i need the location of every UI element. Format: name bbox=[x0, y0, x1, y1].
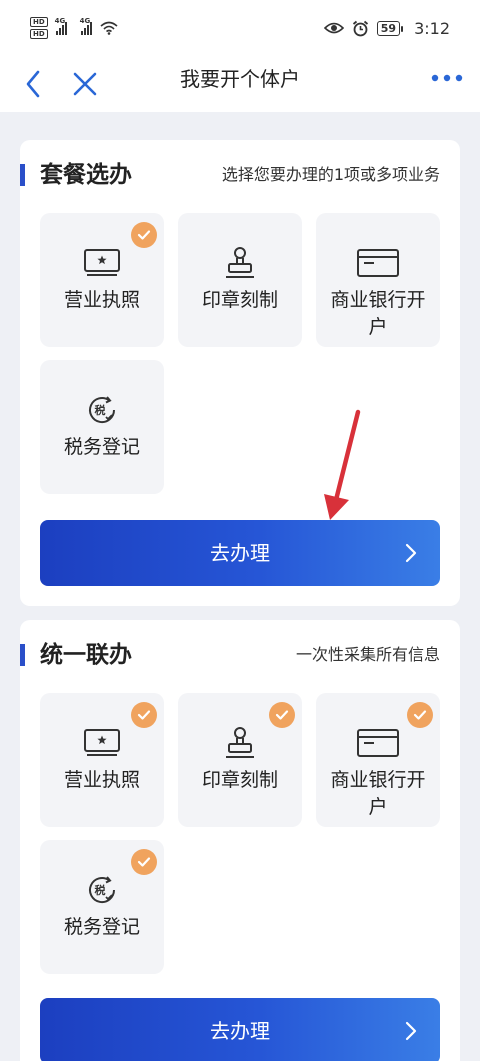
service-tile-seal[interactable]: 印章刻制 bbox=[178, 213, 302, 347]
bank-card-icon bbox=[316, 723, 440, 763]
tile-label: 税务登记 bbox=[63, 916, 140, 938]
unified-section-card: 统一联办 一次性采集所有信息 营业执照 印章刻制 商业银行开户 税 税务登记 去… bbox=[20, 620, 460, 1061]
package-section-card: 套餐选办 选择您要办理的1项或多项业务 营业执照 印章刻制 商业银行开户 税 税… bbox=[20, 140, 460, 606]
nav-bar: 我要开个体户 bbox=[0, 56, 480, 112]
section-title: 统一联办 bbox=[40, 642, 132, 668]
tile-label: 营业执照 bbox=[63, 289, 140, 311]
chevron-right-icon bbox=[405, 1021, 417, 1041]
section-subtitle: 一次性采集所有信息 bbox=[295, 645, 440, 664]
battery-icon: 59 bbox=[376, 20, 404, 36]
service-tile-seal[interactable]: 印章刻制 bbox=[178, 693, 302, 827]
svg-text:税: 税 bbox=[95, 403, 106, 417]
proceed-button[interactable]: 去办理 bbox=[40, 998, 440, 1061]
service-tile-business-license[interactable]: 营业执照 bbox=[40, 213, 164, 347]
license-icon bbox=[40, 243, 164, 283]
section-header: 统一联办 一次性采集所有信息 bbox=[20, 638, 460, 672]
service-tile-bank-account[interactable]: 商业银行开户 bbox=[316, 213, 440, 347]
section-accent-bar bbox=[20, 644, 25, 666]
hd-badge: HD bbox=[30, 17, 48, 27]
more-options-icon[interactable] bbox=[430, 70, 464, 94]
section-accent-bar bbox=[20, 164, 25, 186]
tax-icon: 税 bbox=[40, 390, 164, 430]
back-icon[interactable] bbox=[22, 66, 46, 102]
seal-icon bbox=[178, 723, 302, 763]
section-subtitle: 选择您要办理的1项或多项业务 bbox=[221, 165, 440, 184]
proceed-button-label: 去办理 bbox=[210, 1019, 270, 1043]
alarm-icon bbox=[352, 20, 368, 36]
license-icon bbox=[40, 723, 164, 763]
tile-label: 商业银行开户 bbox=[330, 769, 426, 818]
eye-icon bbox=[323, 22, 344, 34]
service-tile-bank-account[interactable]: 商业银行开户 bbox=[316, 693, 440, 827]
service-tile-business-license[interactable]: 营业执照 bbox=[40, 693, 164, 827]
section-header: 套餐选办 选择您要办理的1项或多项业务 bbox=[20, 158, 460, 192]
network-type: 4G bbox=[79, 17, 91, 25]
signal-icon: 4G bbox=[55, 17, 67, 35]
wifi-icon bbox=[100, 21, 118, 35]
close-icon[interactable] bbox=[70, 66, 100, 102]
tax-icon: 税 bbox=[40, 870, 164, 910]
status-bar: HD HD 4G 4G 59 3:12 bbox=[0, 0, 480, 56]
chevron-right-icon bbox=[405, 543, 417, 563]
tile-label: 营业执照 bbox=[63, 769, 140, 791]
hd-indicators: HD HD bbox=[30, 17, 48, 39]
bank-card-icon bbox=[316, 243, 440, 283]
proceed-button-label: 去办理 bbox=[210, 541, 270, 565]
section-title: 套餐选办 bbox=[40, 162, 132, 188]
network-type: 4G bbox=[54, 17, 66, 25]
status-right: 59 3:12 bbox=[323, 18, 450, 38]
svg-text:税: 税 bbox=[95, 883, 106, 897]
tile-label: 税务登记 bbox=[63, 436, 140, 458]
tile-label: 商业银行开户 bbox=[330, 289, 426, 338]
tile-label: 印章刻制 bbox=[201, 289, 278, 311]
service-tile-tax-registration[interactable]: 税 税务登记 bbox=[40, 840, 164, 974]
tile-label: 印章刻制 bbox=[201, 769, 278, 791]
proceed-button[interactable]: 去办理 bbox=[40, 520, 440, 586]
service-tile-tax-registration[interactable]: 税 税务登记 bbox=[40, 360, 164, 494]
seal-icon bbox=[178, 243, 302, 283]
hd-badge: HD bbox=[30, 29, 48, 39]
status-left: HD HD 4G 4G bbox=[30, 17, 118, 39]
signal-icon: 4G bbox=[80, 17, 92, 35]
status-time: 3:12 bbox=[414, 18, 450, 38]
